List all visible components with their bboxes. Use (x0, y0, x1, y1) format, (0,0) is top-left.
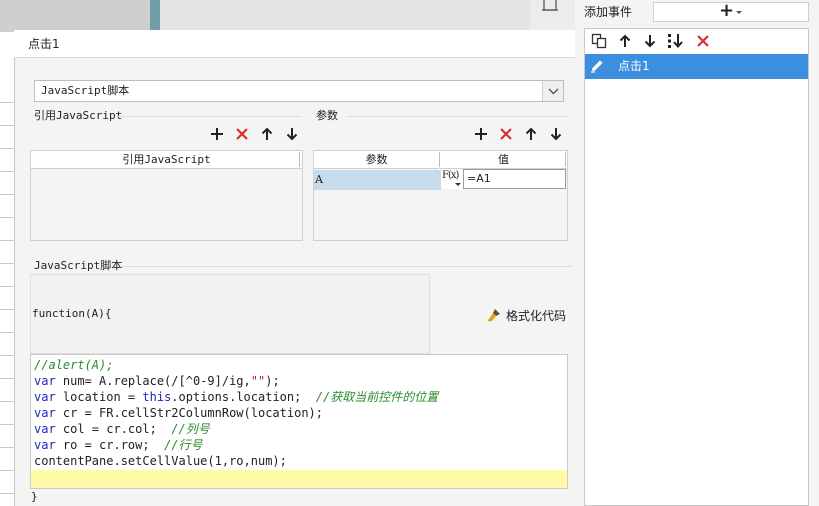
script-section-label: JavaScript脚本 (34, 259, 123, 272)
format-code-label: 格式化代码 (506, 308, 567, 323)
select-dropdown-button[interactable] (542, 81, 563, 101)
selected-column-marker (150, 0, 160, 32)
move-to-bottom-icon (668, 34, 683, 49)
column-divider (299, 152, 300, 167)
code-line-3: var location = this.options.location; //… (34, 390, 439, 404)
code-line-1: //alert(A); (34, 358, 114, 372)
format-code-button[interactable]: 格式化代码 (486, 305, 566, 325)
ref-add-button[interactable] (208, 125, 226, 143)
arrow-down-icon (644, 35, 656, 48)
current-line-highlight (31, 470, 567, 488)
pencil-icon (591, 60, 603, 73)
param-section-label: 参数 (316, 109, 338, 122)
arrow-down-icon (550, 128, 562, 141)
code-line-6: var ro = cr.row; //行号 (34, 438, 203, 452)
dialog-title: 点击1 (14, 30, 584, 58)
ref-js-table-header: 引用JavaScript (31, 151, 302, 169)
code-line-2: var num= A.replace(/[^0-9]/ig,""); (34, 374, 280, 388)
function-header-text: function(A){ (32, 307, 112, 320)
param-row-name-cell[interactable] (314, 170, 441, 190)
ref-move-up-button[interactable] (258, 125, 276, 143)
event-list-item[interactable]: 点击1 (585, 54, 808, 79)
code-line-7: contentPane.setCellValue(1,ro,num); (34, 454, 287, 468)
brush-icon (487, 309, 500, 322)
ref-section-divider (118, 116, 302, 117)
script-section-divider (120, 266, 572, 267)
param-table-header-value: 值 (440, 151, 567, 169)
param-value-input[interactable]: =A1 (463, 169, 566, 189)
param-section-divider (346, 116, 568, 117)
chevron-down-icon (736, 11, 742, 14)
param-move-up-button[interactable] (522, 125, 540, 143)
event-move-down-button[interactable] (641, 32, 659, 50)
copy-icon (591, 33, 607, 49)
formula-icon: F(x) (442, 170, 459, 181)
event-list-item-label: 点击1 (618, 59, 650, 73)
add-event-label: 添加事件 (584, 5, 633, 19)
event-move-up-button[interactable] (616, 32, 634, 50)
event-list (584, 28, 809, 506)
chevron-down-icon (548, 88, 559, 95)
param-table-header-name: 参数 (314, 151, 439, 169)
ref-section-label: 引用JavaScript (34, 109, 123, 122)
close-icon (697, 35, 709, 47)
script-type-select-value: JavaScript脚本 (41, 84, 130, 97)
column-divider (439, 152, 440, 167)
param-add-button[interactable] (472, 125, 490, 143)
arrow-up-icon (525, 127, 537, 140)
param-delete-button[interactable] (497, 125, 515, 143)
param-move-down-button[interactable] (547, 125, 565, 143)
param-row-name: A (315, 173, 323, 186)
code-line-4: var cr = FR.cellStr2ColumnRow(location); (34, 406, 323, 420)
plus-icon (475, 128, 487, 140)
formula-button[interactable]: F(x) (441, 169, 463, 189)
closing-brace: } (31, 490, 38, 503)
copy-event-button[interactable] (590, 32, 608, 50)
close-icon (500, 128, 512, 140)
frame-icon[interactable] (540, 0, 560, 16)
event-delete-button[interactable] (694, 32, 712, 50)
arrow-up-icon (619, 34, 631, 47)
plus-icon (211, 128, 223, 140)
row-header-gridlines (0, 80, 14, 506)
ref-delete-button[interactable] (233, 125, 251, 143)
close-icon (236, 128, 248, 140)
spreadsheet-header-area (160, 0, 530, 32)
event-move-bottom-button[interactable] (667, 32, 685, 50)
ref-move-down-button[interactable] (283, 125, 301, 143)
arrow-up-icon (261, 127, 273, 140)
code-line-5: var col = cr.col; //列号 (34, 422, 210, 436)
arrow-down-icon (286, 128, 298, 141)
plus-icon: + (719, 0, 735, 21)
column-divider (565, 152, 566, 167)
add-event-button[interactable]: + (653, 0, 809, 22)
